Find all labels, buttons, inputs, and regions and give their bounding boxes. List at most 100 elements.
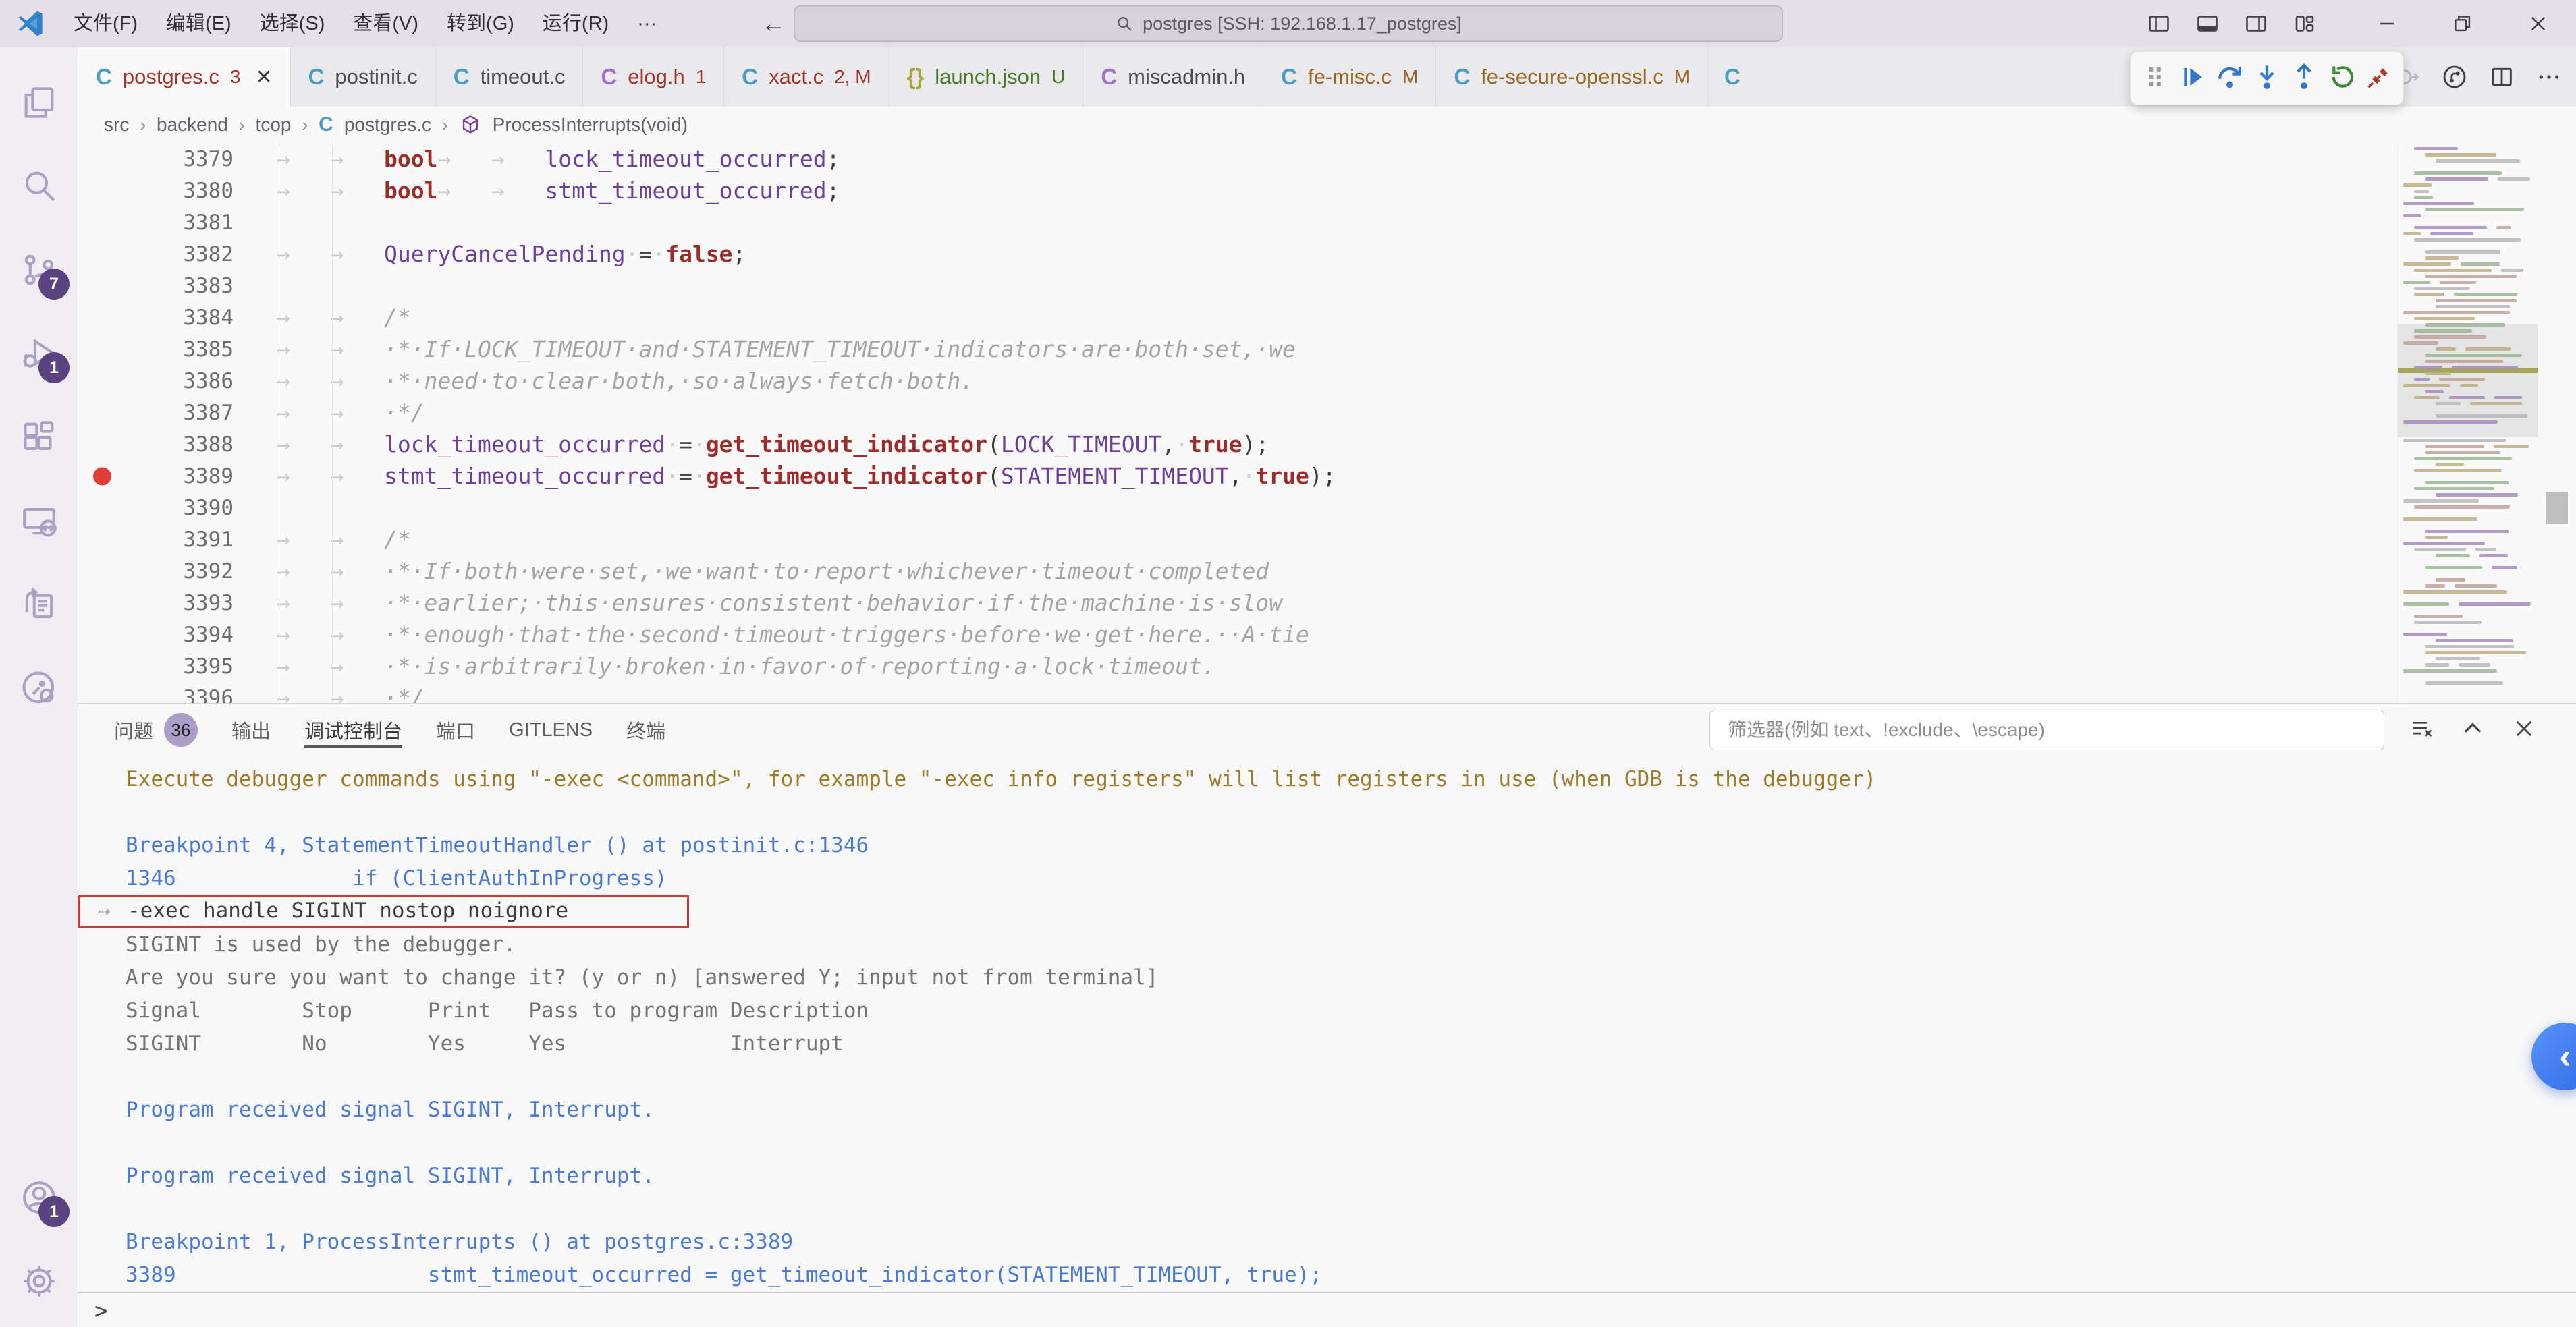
filter-input[interactable] — [1726, 718, 2367, 741]
command-center-search[interactable]: postgres [SSH: 192.168.1.17_postgres] — [794, 5, 1783, 42]
menu-item[interactable]: 转到(G) — [433, 0, 528, 47]
menu-item[interactable]: 编辑(E) — [152, 0, 246, 47]
tab-partial[interactable]: C — [1708, 47, 1763, 107]
tab-postgres.c[interactable]: Cpostgres.c3✕ — [78, 47, 291, 107]
line-number[interactable]: 3381 — [78, 210, 254, 235]
activity-item-run-and-debug[interactable]: 1 — [0, 312, 78, 395]
continue-button[interactable] — [2178, 63, 2206, 94]
step-out-button[interactable] — [2290, 63, 2318, 94]
line-number[interactable]: 3384 — [78, 306, 254, 330]
tab-postinit.c[interactable]: Cpostinit.c — [291, 47, 436, 107]
tab-launch.json[interactable]: {}launch.jsonU — [889, 47, 1084, 107]
line-number[interactable]: 3385 — [78, 337, 254, 362]
line-number[interactable]: 3380 — [78, 179, 254, 203]
line-number[interactable]: 3388 — [78, 432, 254, 457]
minimize-button[interactable] — [2349, 0, 2425, 47]
line-number[interactable]: 3393 — [78, 591, 254, 615]
line-number[interactable]: 3390 — [78, 496, 254, 520]
tab-label: elog.h — [628, 65, 684, 89]
minimap-line — [2475, 548, 2497, 551]
activity-item-file-exchange[interactable] — [0, 563, 78, 646]
breadcrumb-item[interactable]: tcop — [256, 114, 292, 136]
customize-layout-button[interactable] — [2280, 0, 2329, 47]
breadcrumb[interactable]: src›backend›tcop›Cpostgres.c›ProcessInte… — [78, 107, 2576, 143]
activity-item-source-control[interactable]: 7 — [0, 228, 78, 312]
breadcrumb-item[interactable]: src — [104, 114, 129, 136]
tab-fe-misc.c[interactable]: Cfe-misc.cM — [1263, 47, 1436, 107]
minimap-line — [2436, 554, 2470, 557]
minimap-line — [2403, 499, 2479, 503]
activity-badge: 1 — [38, 352, 70, 383]
tab-close-icon[interactable]: ✕ — [255, 65, 272, 89]
menu-item[interactable]: 选择(S) — [246, 0, 339, 47]
code-editor[interactable]: 3379→ → bool→ → lock_timeout_occurred;33… — [78, 143, 2576, 703]
editor-scrollbar[interactable] — [2538, 143, 2576, 703]
breakpoint-dot[interactable] — [93, 467, 111, 485]
tab-xact.c[interactable]: Cxact.c2, M — [724, 47, 889, 107]
activity-item-remote-explorer[interactable] — [0, 479, 78, 563]
line-number[interactable]: 3394 — [78, 623, 254, 647]
split-editor-button[interactable] — [2488, 63, 2515, 90]
line-number[interactable]: 3395 — [78, 654, 254, 679]
restore-button[interactable] — [2425, 0, 2500, 47]
minimap[interactable] — [2397, 143, 2538, 703]
clear-console-button[interactable] — [2409, 716, 2434, 745]
breadcrumb-item[interactable]: backend — [157, 114, 228, 136]
line-number[interactable]: 3391 — [78, 528, 254, 552]
console-line: Breakpoint 4, StatementTimeoutHandler ()… — [78, 829, 2576, 862]
close-panel-button[interactable] — [2511, 716, 2537, 745]
toggle-primary-sidebar-button[interactable] — [2135, 0, 2183, 47]
panel-tab-调试控制台[interactable]: 调试控制台 — [287, 704, 419, 756]
line-number[interactable]: 3389 — [78, 464, 254, 488]
tab-timeout.c[interactable]: Ctimeout.c — [436, 47, 584, 107]
search-icon — [20, 167, 59, 206]
minimap-line — [2403, 633, 2447, 636]
line-number[interactable]: 3386 — [78, 369, 254, 393]
step-into-button[interactable] — [2253, 63, 2281, 94]
ellipsis-icon — [2536, 63, 2563, 90]
toggle-secondary-sidebar-button[interactable] — [2232, 0, 2280, 47]
menu-item[interactable]: 查看(V) — [339, 0, 433, 47]
line-number[interactable]: 3379 — [78, 147, 254, 171]
tab-miscadmin.h[interactable]: Cmiscadmin.h — [1083, 47, 1263, 107]
panel-tab-GITLENS[interactable]: GITLENS — [492, 704, 609, 756]
git-graph-button[interactable] — [2441, 63, 2468, 90]
tab-elog.h[interactable]: Celog.h1 — [583, 47, 724, 107]
panel-tab-终端[interactable]: 终端 — [609, 704, 682, 756]
scrollbar-thumb[interactable] — [2546, 492, 2568, 524]
panel-tab-label: 端口 — [436, 716, 475, 744]
activity-item-settings[interactable] — [0, 1239, 78, 1323]
panel-tab-端口[interactable]: 端口 — [419, 704, 492, 756]
restart-button[interactable] — [2328, 63, 2356, 94]
collapse-panel-button[interactable] — [2460, 716, 2486, 745]
nav-back-button[interactable]: ← — [761, 9, 786, 38]
breadcrumb-symbol[interactable]: ProcessInterrupts(void) — [493, 114, 688, 136]
minimap-line — [2425, 566, 2482, 569]
activity-item-explorer[interactable] — [0, 61, 78, 144]
panel-tab-输出[interactable]: 输出 — [215, 704, 287, 756]
line-number[interactable]: 3383 — [78, 274, 254, 298]
menu-item[interactable]: 运行(R) — [528, 0, 623, 47]
more-actions-button[interactable] — [2536, 63, 2563, 90]
toggle-panel-button[interactable] — [2183, 0, 2232, 47]
line-number[interactable]: 3387 — [78, 401, 254, 425]
activity-item-accounts[interactable]: 1 — [0, 1156, 78, 1239]
tab-fe-secure-openssl.c[interactable]: Cfe-secure-openssl.cM — [1436, 47, 1708, 107]
debug-console[interactable]: Execute debugger commands using "-exec <… — [78, 756, 2576, 1292]
breadcrumb-file[interactable]: postgres.c — [344, 114, 431, 136]
activity-item-commit-search[interactable] — [0, 646, 78, 730]
line-number[interactable]: 3396 — [78, 686, 254, 704]
close-button[interactable] — [2500, 0, 2576, 47]
panel-tab-问题[interactable]: 问题36 — [97, 704, 215, 756]
line-number[interactable]: 3392 — [78, 559, 254, 584]
activity-item-search[interactable] — [0, 144, 78, 228]
menu-item[interactable]: ··· — [623, 0, 671, 47]
minimap-line — [2425, 256, 2459, 260]
menu-item[interactable]: 文件(F) — [59, 0, 152, 47]
console-input-row[interactable]: > — [78, 1292, 2576, 1327]
console-filter[interactable] — [1709, 710, 2384, 750]
line-number[interactable]: 3382 — [78, 242, 254, 266]
disconnect-button[interactable] — [2365, 63, 2393, 94]
activity-item-extensions[interactable] — [0, 395, 78, 479]
step-over-button[interactable] — [2216, 63, 2244, 94]
